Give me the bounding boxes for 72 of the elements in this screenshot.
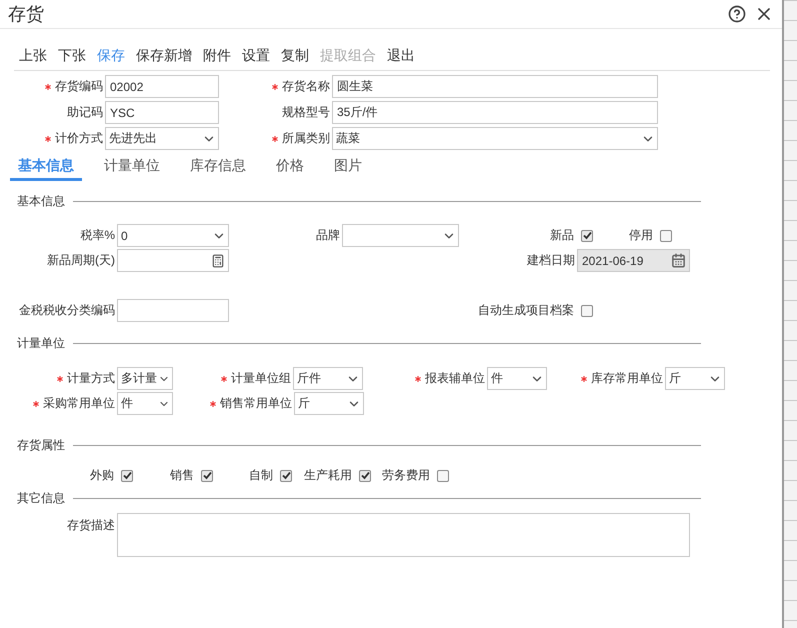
toolbar-button[interactable]: 退出	[382, 47, 420, 65]
toolbar-button[interactable]: 保存	[92, 47, 130, 65]
section-title: 其它信息	[17, 490, 65, 507]
checkbox[interactable]	[359, 470, 371, 482]
field-label: 销售常用单位	[220, 395, 292, 412]
field-label: 建档日期	[527, 252, 575, 269]
dropdown[interactable]: 斤件	[293, 367, 363, 390]
toolbar-button[interactable]: 复制	[276, 47, 314, 65]
field-label: 报表辅单位	[425, 370, 485, 387]
field-label: 计量单位组	[231, 370, 291, 387]
checkbox[interactable]	[280, 470, 292, 482]
section-title: 计量单位	[17, 335, 65, 352]
field-label: 库存常用单位	[591, 370, 663, 387]
dropdown[interactable]: 先进先出	[105, 127, 219, 150]
field-label: 规格型号	[282, 104, 330, 121]
toolbar-button[interactable]: 下张	[53, 47, 91, 65]
dropdown[interactable]: 蔬菜	[332, 127, 658, 150]
toolbar-button[interactable]: 附件	[198, 47, 236, 65]
field-label: 存货描述	[67, 517, 115, 534]
toolbar-button[interactable]: 设置	[237, 47, 275, 65]
checkbox-label: 生产耗用	[304, 467, 352, 484]
description-field[interactable]	[117, 513, 690, 557]
checkbox-label: 劳务费用	[382, 467, 430, 484]
toolbar-button[interactable]: 上张	[14, 47, 52, 65]
tab[interactable]: 基本信息	[10, 154, 82, 181]
tab[interactable]: 库存信息	[182, 154, 254, 181]
checkbox-label: 停用	[629, 227, 653, 244]
section-title: 存货属性	[17, 437, 65, 454]
checkbox-label: 自制	[249, 467, 273, 484]
checkbox[interactable]	[581, 304, 593, 316]
text-field[interactable]: 35斤/件	[332, 101, 658, 124]
calendar-icon	[671, 253, 686, 268]
field-label: 税率%	[80, 227, 115, 244]
date-field[interactable]: 2021-06-19	[577, 249, 690, 272]
checkbox[interactable]	[121, 470, 133, 482]
dropdown[interactable]: 斤	[665, 367, 725, 390]
checkbox[interactable]	[581, 230, 593, 242]
calculator-icon	[211, 254, 225, 268]
tab[interactable]: 计量单位	[96, 154, 168, 181]
checkbox[interactable]	[201, 470, 213, 482]
dropdown[interactable]: 斤	[294, 392, 364, 415]
checkbox-label: 外购	[90, 467, 114, 484]
checkbox-label: 新品	[550, 227, 574, 244]
dropdown[interactable]: 多计量	[117, 367, 173, 390]
text-field[interactable]	[117, 299, 229, 322]
checkbox[interactable]	[437, 470, 449, 482]
window-title: 存货	[8, 3, 45, 26]
text-field[interactable]: 02002	[105, 75, 219, 98]
field-label: 计量方式	[67, 370, 115, 387]
dropdown[interactable]: 件	[117, 392, 173, 415]
checkbox-label: 自动生成项目档案	[478, 302, 574, 319]
text-field[interactable]: YSC	[105, 101, 219, 124]
field-label: 新品周期(天)	[47, 252, 115, 269]
number-field[interactable]	[117, 249, 229, 272]
field-label: 所属类别	[282, 130, 330, 147]
field-label: 存货编码	[55, 78, 103, 95]
checkbox-label: 销售	[170, 467, 194, 484]
text-field[interactable]: 圆生菜	[332, 75, 658, 98]
field-label: 金税税收分类编码	[19, 302, 115, 319]
field-label: 品牌	[316, 227, 340, 244]
field-label: 存货名称	[282, 78, 330, 95]
help-icon[interactable]	[728, 5, 746, 23]
field-label: 计价方式	[55, 130, 103, 147]
dropdown[interactable]: 0	[117, 224, 229, 247]
field-label: 助记码	[67, 104, 103, 121]
checkbox[interactable]	[660, 230, 672, 242]
dropdown[interactable]: 件	[487, 367, 547, 390]
tab[interactable]: 价格	[268, 154, 312, 181]
section-title: 基本信息	[17, 193, 65, 210]
field-label: 采购常用单位	[43, 395, 115, 412]
toolbar-button[interactable]: 保存新增	[131, 47, 197, 65]
tab[interactable]: 图片	[326, 154, 370, 181]
